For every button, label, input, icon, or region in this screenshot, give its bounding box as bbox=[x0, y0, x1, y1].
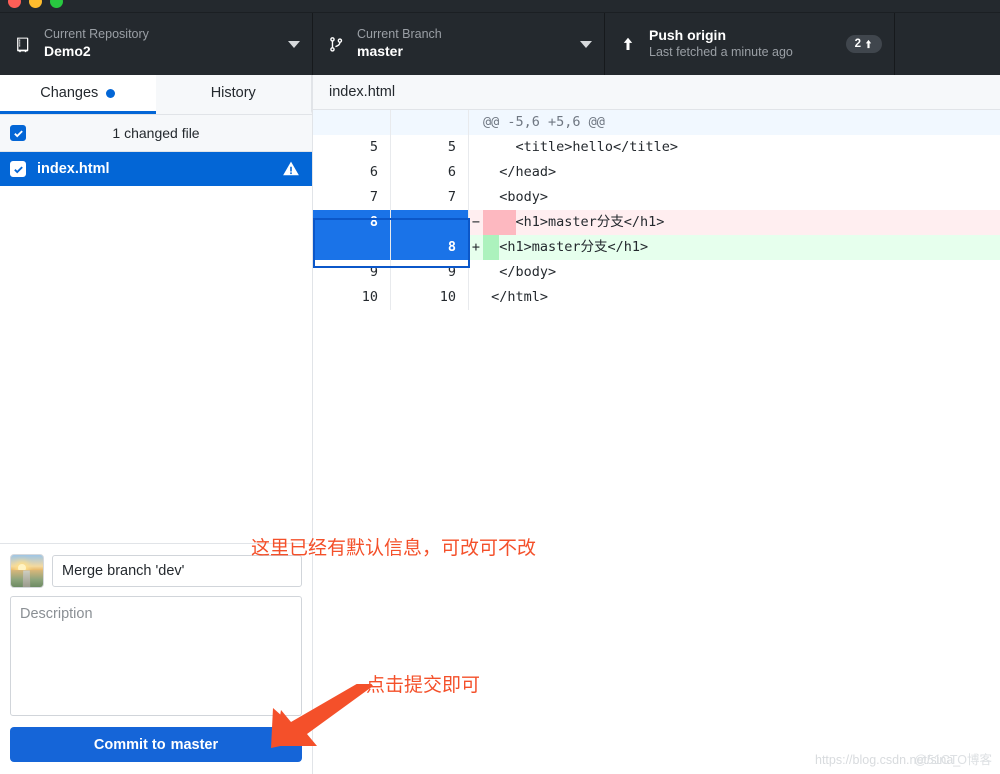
push-texts: Push origin Last fetched a minute ago bbox=[649, 27, 793, 60]
diff-code: </head> bbox=[483, 160, 1000, 185]
minimize-window-button[interactable] bbox=[29, 0, 42, 8]
diff-marker: + bbox=[469, 235, 483, 260]
push-origin-button[interactable]: Push origin Last fetched a minute ago 2 bbox=[605, 13, 895, 75]
diff-code-text: <h1>master分支</h1> bbox=[499, 239, 648, 255]
diff-new-line-number: 10 bbox=[391, 285, 469, 310]
diff-code: </body> bbox=[483, 260, 1000, 285]
diff-whitespace-change bbox=[483, 235, 499, 260]
diff-code: @@ -5,6 +5,6 @@ bbox=[483, 110, 1000, 135]
diff-body: @@ -5,6 +5,6 @@ 5 5 <title>hello</title>… bbox=[313, 110, 1000, 310]
diff-old-line-number bbox=[313, 110, 391, 135]
commit-button-branch: master bbox=[171, 737, 219, 753]
chevron-down-icon[interactable] bbox=[288, 41, 300, 48]
diff-line-context[interactable]: 7 7 <body> bbox=[313, 185, 1000, 210]
branch-texts: Current Branch master bbox=[357, 27, 442, 60]
select-all-checkbox[interactable] bbox=[10, 125, 26, 141]
diff-new-line-number: 8 bbox=[391, 235, 469, 260]
annotation-arrow-icon bbox=[255, 684, 375, 759]
diff-code: <h1>master分支</h1> bbox=[483, 210, 1000, 235]
diff-old-line-number: 8 bbox=[313, 210, 391, 235]
push-subtitle: Last fetched a minute ago bbox=[649, 45, 793, 61]
tab-changes-label: Changes bbox=[40, 85, 98, 101]
changed-files-count: 1 changed file bbox=[26, 125, 286, 141]
sidebar-tabs: Changes History bbox=[0, 75, 312, 115]
arrow-up-small-icon bbox=[864, 39, 873, 49]
warning-triangle-icon bbox=[282, 160, 300, 178]
tab-history[interactable]: History bbox=[156, 75, 313, 114]
repo-book-icon bbox=[12, 33, 34, 55]
diff-code: <title>hello</title> bbox=[483, 135, 1000, 160]
diff-line-context[interactable]: 9 9 </body> bbox=[313, 260, 1000, 285]
diff-old-line-number: 10 bbox=[313, 285, 391, 310]
diff-new-line-number: 6 bbox=[391, 160, 469, 185]
current-branch-button[interactable]: Current Branch master bbox=[313, 13, 605, 75]
watermark-site: @51CTO博客 bbox=[914, 753, 992, 767]
push-count-badge: 2 bbox=[846, 35, 882, 53]
diff-old-line-number: 9 bbox=[313, 260, 391, 285]
diff-marker bbox=[469, 285, 483, 310]
tab-history-label: History bbox=[211, 85, 256, 101]
changed-files-header: 1 changed file bbox=[0, 115, 312, 152]
diff-line-context[interactable]: 5 5 <title>hello</title> bbox=[313, 135, 1000, 160]
diff-marker bbox=[469, 260, 483, 285]
repository-name: Demo2 bbox=[44, 43, 149, 61]
repository-label: Current Repository bbox=[44, 27, 149, 43]
diff-code: <h1>master分支</h1> bbox=[483, 235, 1000, 260]
diff-new-line-number: 5 bbox=[391, 135, 469, 160]
diff-new-line-number: 7 bbox=[391, 185, 469, 210]
diff-line-added[interactable]: 8 + <h1>master分支</h1> bbox=[313, 235, 1000, 260]
repository-texts: Current Repository Demo2 bbox=[44, 27, 149, 60]
diff-old-line-number: 5 bbox=[313, 135, 391, 160]
diff-marker bbox=[469, 110, 483, 135]
file-checkbox[interactable] bbox=[10, 161, 26, 177]
diff-marker bbox=[469, 185, 483, 210]
chevron-down-icon[interactable] bbox=[580, 41, 592, 48]
diff-old-line-number: 7 bbox=[313, 185, 391, 210]
file-list-item-index-html[interactable]: index.html bbox=[0, 152, 312, 186]
file-list-empty-space bbox=[0, 186, 312, 543]
diff-code: <body> bbox=[483, 185, 1000, 210]
window-traffic-lights bbox=[8, 0, 63, 8]
diff-line-removed[interactable]: 8 − <h1>master分支</h1> bbox=[313, 210, 1000, 235]
push-count-value: 2 bbox=[855, 38, 861, 50]
app-toolbar: Current Repository Demo2 Current Branch … bbox=[0, 12, 1000, 75]
diff-code-text: <h1>master分支</h1> bbox=[516, 214, 665, 230]
diff-file-header: index.html bbox=[313, 75, 1000, 110]
diff-line-context[interactable]: 6 6 </head> bbox=[313, 160, 1000, 185]
github-desktop-window: Current Repository Demo2 Current Branch … bbox=[0, 0, 1000, 774]
diff-new-line-number bbox=[391, 210, 469, 235]
diff-marker bbox=[469, 135, 483, 160]
annotation-summary-note: 这里已经有默认信息，可改可不改 bbox=[251, 533, 536, 560]
diff-marker bbox=[469, 160, 483, 185]
file-name: index.html bbox=[37, 161, 271, 177]
branch-label: Current Branch bbox=[357, 27, 442, 43]
arrow-up-icon bbox=[617, 33, 639, 55]
title-bar bbox=[0, 0, 1000, 12]
diff-old-line-number: 6 bbox=[313, 160, 391, 185]
diff-old-line-number bbox=[313, 235, 391, 260]
tab-changes[interactable]: Changes bbox=[0, 75, 156, 114]
close-window-button[interactable] bbox=[8, 0, 21, 8]
left-sidebar: Changes History 1 changed file index.htm… bbox=[0, 75, 313, 774]
diff-code: </html> bbox=[483, 285, 1000, 310]
diff-whitespace-change bbox=[483, 210, 516, 235]
diff-line-hunk-header[interactable]: @@ -5,6 +5,6 @@ bbox=[313, 110, 1000, 135]
toolbar-empty-region bbox=[895, 13, 1000, 75]
watermark: https://blog.csdn.net/sina_@51CTO博客 bbox=[815, 749, 992, 768]
commit-button-lead: Commit to bbox=[94, 737, 166, 753]
diff-line-context[interactable]: 10 10 </html> bbox=[313, 285, 1000, 310]
push-title: Push origin bbox=[649, 27, 793, 45]
git-branch-icon bbox=[325, 33, 347, 55]
maximize-window-button[interactable] bbox=[50, 0, 63, 8]
diff-new-line-number bbox=[391, 110, 469, 135]
diff-new-line-number: 9 bbox=[391, 260, 469, 285]
annotation-commit-note: 点击提交即可 bbox=[366, 670, 480, 697]
avatar bbox=[10, 554, 44, 588]
branch-name: master bbox=[357, 43, 442, 61]
changes-indicator-dot bbox=[106, 89, 115, 98]
diff-marker: − bbox=[469, 210, 483, 235]
current-repository-button[interactable]: Current Repository Demo2 bbox=[0, 13, 313, 75]
